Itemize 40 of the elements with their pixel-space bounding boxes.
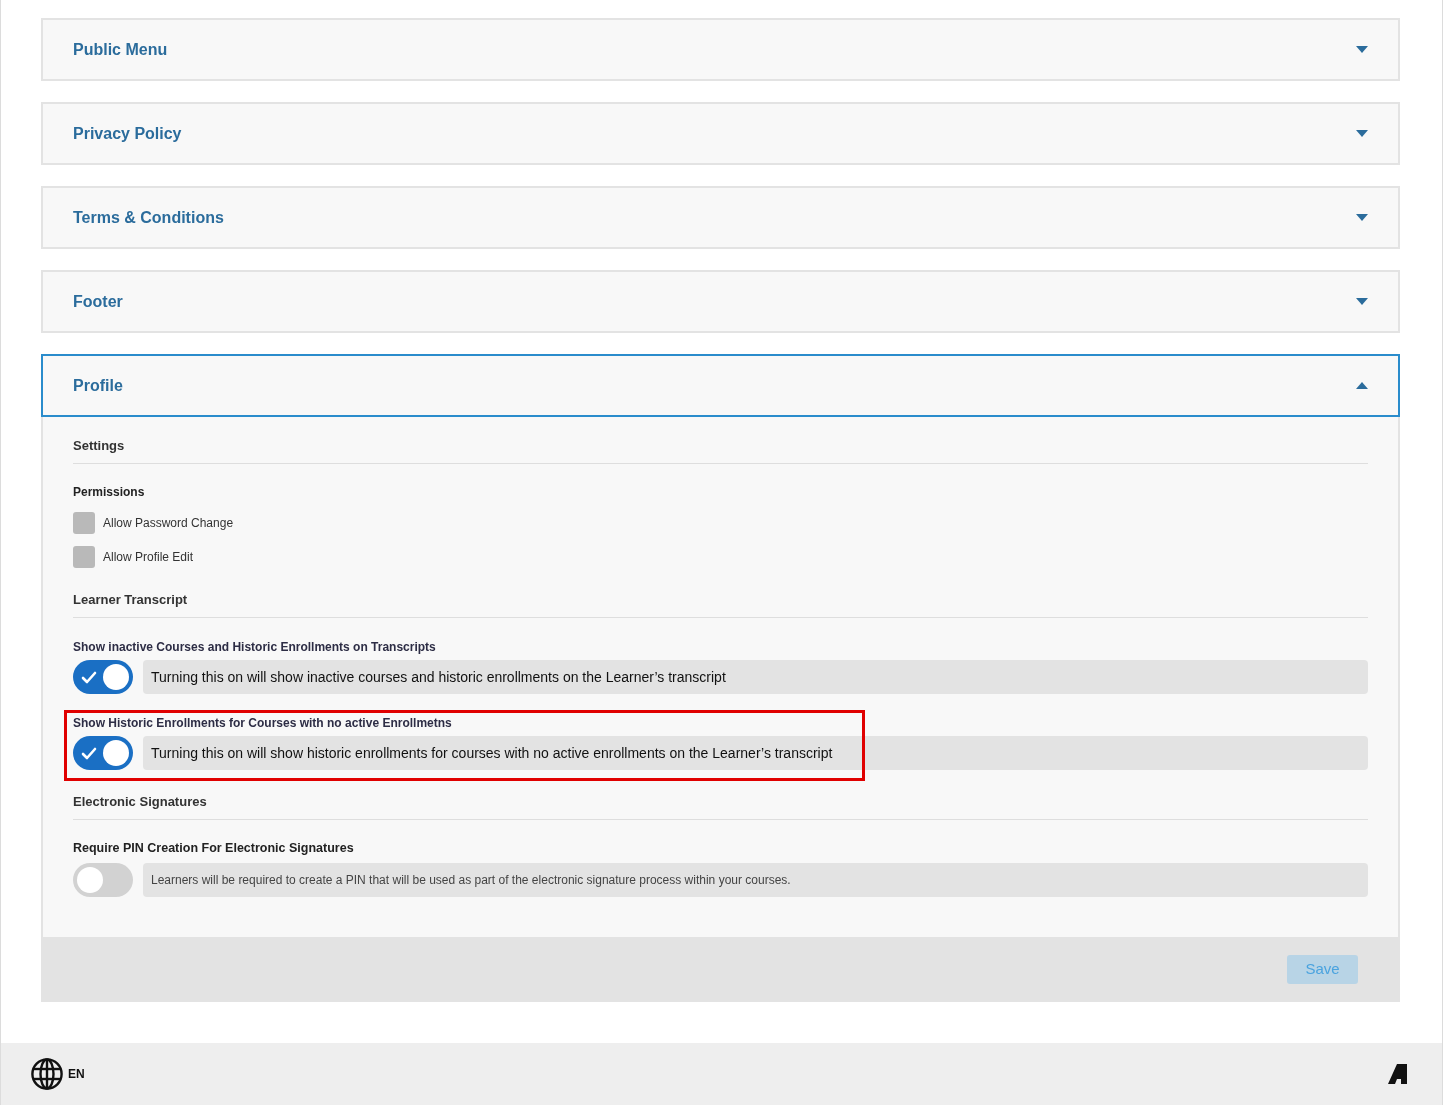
caret-up-icon [1356,382,1368,389]
section-heading: Settings [73,437,125,455]
caret-down-icon [1356,298,1368,305]
accordion-header[interactable]: Terms & Conditions [41,186,1400,249]
setting-description: Learners will be required to create a PIN that will be used as part of the electronic signature process within your courses. [143,863,1368,897]
toggle-switch[interactable] [73,863,133,897]
accordion-header[interactable]: Footer [41,270,1400,333]
section-heading: Learner Transcript [73,591,188,609]
toggle-knob [103,664,129,690]
language-label[interactable]: EN [68,1065,85,1083]
setting-label: Require PIN Creation For Electronic Signatures [73,840,354,856]
accordion-header[interactable]: Privacy Policy [41,102,1400,165]
toggle-knob [77,867,103,893]
checkbox-label: Allow Profile Edit [103,549,194,565]
setting-description: Turning this on will show inactive courses and historic enrollments on the Learner’s transcript [143,660,1368,694]
check-icon [81,670,97,684]
checkbox[interactable] [73,512,95,534]
accordion-title: Privacy Policy [73,123,182,144]
accordion-title: Public Menu [73,39,168,60]
setting-label: Show inactive Courses and Historic Enrollments on Transcripts [73,639,436,655]
toggle-knob [103,740,129,766]
accordion-title: Profile [73,375,123,396]
caret-down-icon [1356,214,1368,221]
setting-description: Turning this on will show historic enrollments for courses with no active enrollments on the Learner’s transcript [143,736,1368,770]
group-heading: Permissions [73,484,145,500]
check-icon [81,746,97,760]
toggle-switch[interactable] [73,660,133,694]
toggle-switch[interactable] [73,736,133,770]
slanted-logo-icon [1388,1064,1407,1084]
caret-down-icon [1356,46,1368,53]
accordion-title: Terms & Conditions [73,207,224,228]
checkbox[interactable] [73,546,95,568]
checkbox-label: Allow Password Change [103,515,234,531]
setting-label: Show Historic Enrollments for Courses with no active Enrollmetns [73,715,452,731]
caret-down-icon [1356,130,1368,137]
accordion-header[interactable]: Public Menu [41,18,1400,81]
globe-icon[interactable] [31,1058,63,1090]
section-heading: Electronic Signatures [73,793,207,811]
accordion-header[interactable]: Profile [41,354,1400,417]
accordion-title: Footer [73,291,123,312]
